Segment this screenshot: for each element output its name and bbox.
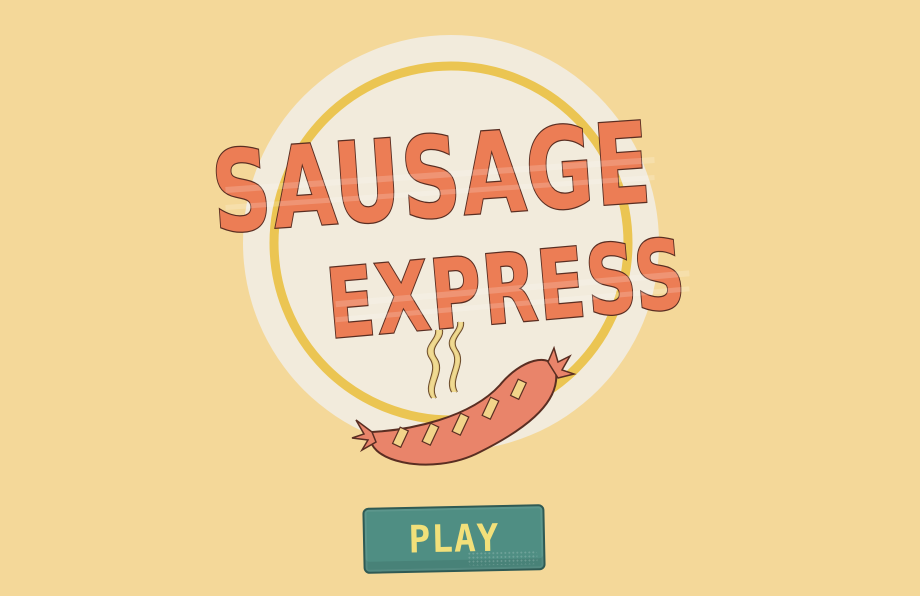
play-button-label: PLAY	[408, 516, 500, 562]
play-button[interactable]: PLAY	[362, 504, 546, 574]
title-screen: SAUSAGE EXPRESS PLAY	[0, 0, 920, 596]
